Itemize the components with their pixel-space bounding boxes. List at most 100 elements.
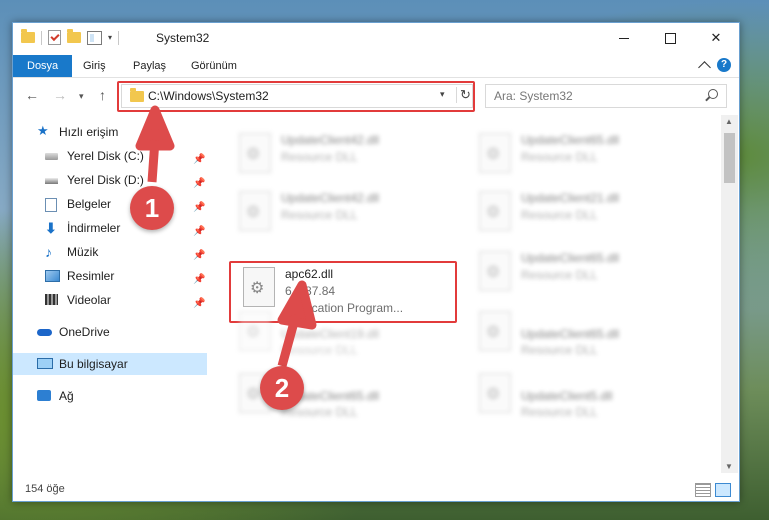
properties-check-icon[interactable]: [48, 30, 61, 45]
file-tile[interactable]: UpdateClient42.dll Resource DLL: [227, 187, 457, 237]
file-tile[interactable]: UpdateClient5.dll Resource DLL: [467, 369, 697, 419]
tiles-view-icon[interactable]: [715, 483, 731, 497]
close-button[interactable]: ✕: [693, 23, 739, 53]
drive-icon: [45, 178, 58, 184]
file-description: Resource DLL: [281, 150, 358, 164]
file-description: Resource DLL: [521, 150, 598, 164]
pin-icon[interactable]: 📌: [193, 245, 205, 267]
search-icon[interactable]: [708, 89, 718, 99]
sidebar-item-local-disk-d[interactable]: Yerel Disk (D:) 📌: [13, 169, 207, 191]
ribbon-controls: ?: [698, 58, 731, 74]
sidebar-item-label: Yerel Disk (C:): [67, 149, 144, 163]
up-button[interactable]: ↑: [99, 87, 106, 103]
dll-file-icon: [239, 191, 271, 231]
file-tile[interactable]: UpdateClient42.dll Resource DLL: [227, 129, 457, 179]
scrollbar-thumb[interactable]: [724, 133, 735, 183]
back-button[interactable]: ←: [25, 87, 39, 103]
search-input[interactable]: Ara: System32: [494, 89, 573, 103]
network-icon: [37, 390, 51, 401]
videos-icon: [45, 294, 58, 305]
search-box[interactable]: Ara: System32: [485, 84, 727, 108]
pin-icon[interactable]: 📌: [193, 269, 205, 291]
dll-file-icon: [479, 373, 511, 413]
file-list: UpdateClient42.dll Resource DLL UpdateCl…: [209, 115, 719, 470]
explorer-window: ▾ System32 ✕ Dosya Giriş Paylaş Görünüm …: [12, 22, 740, 502]
details-view-icon[interactable]: [695, 483, 711, 497]
pin-icon[interactable]: 📌: [193, 149, 205, 171]
sidebar-item-label: OneDrive: [59, 325, 110, 339]
maximize-button[interactable]: [647, 23, 693, 53]
file-description: Resource DLL: [521, 405, 598, 419]
sidebar-item-onedrive[interactable]: OneDrive: [13, 321, 207, 343]
sidebar-item-label: Hızlı erişim: [59, 125, 119, 139]
tab-file[interactable]: Dosya: [13, 55, 73, 77]
view-switcher: [695, 483, 731, 497]
status-bar: 154 öğe: [13, 479, 739, 501]
window-title: System32: [156, 31, 210, 45]
file-name: UpdateClient21.dll: [521, 191, 620, 205]
onedrive-cloud-icon: [37, 329, 52, 336]
sidebar-item-label: Ağ: [59, 389, 74, 403]
scroll-up-icon[interactable]: ▲: [725, 117, 733, 126]
step-marker-2: 2: [260, 366, 304, 410]
file-name: UpdateClient42.dll: [281, 133, 380, 147]
file-name: UpdateClient5.dll: [521, 389, 613, 403]
tab-view[interactable]: Görünüm: [179, 55, 249, 77]
expand-ribbon-icon[interactable]: [698, 60, 711, 74]
file-tile[interactable]: UpdateClient65.dll Resource DLL: [467, 129, 697, 179]
pin-icon[interactable]: 📌: [193, 293, 205, 315]
sidebar-item-label: Bu bilgisayar: [59, 357, 128, 371]
title-bar: ▾ System32 ✕: [13, 23, 739, 53]
properties-icon[interactable]: [87, 30, 102, 45]
file-tile[interactable]: UpdateClient21.dll Resource DLL: [467, 187, 697, 237]
vertical-scrollbar[interactable]: ▲ ▼: [721, 115, 738, 473]
downloads-icon: ⬇: [45, 220, 57, 236]
file-tile[interactable]: UpdateClient65.dll Resource DLL: [467, 247, 697, 297]
toolbar-separator: [41, 30, 42, 45]
quick-access-toolbar: ▾: [21, 29, 120, 45]
recent-locations-button[interactable]: ▾: [79, 91, 84, 102]
sidebar-item-label: Yerel Disk (D:): [67, 173, 144, 187]
pin-icon[interactable]: 📌: [193, 173, 205, 195]
new-folder-icon[interactable]: [67, 29, 81, 43]
sidebar-item-documents[interactable]: Belgeler 📌: [13, 193, 207, 215]
sidebar-item-label: İndirmeler: [67, 221, 121, 235]
dll-file-icon: [479, 251, 511, 291]
computer-icon: [37, 358, 53, 369]
tab-share[interactable]: Paylaş: [121, 55, 178, 77]
file-tile[interactable]: UpdateClient65.dll Resource DLL: [467, 307, 697, 357]
sidebar-item-this-pc[interactable]: Bu bilgisayar: [13, 353, 207, 375]
scroll-down-icon[interactable]: ▼: [725, 462, 733, 471]
customize-toolbar-icon[interactable]: ▾: [108, 33, 112, 42]
dll-file-icon: [479, 311, 511, 351]
sidebar-item-local-disk-c[interactable]: Yerel Disk (C:) 📌: [13, 145, 207, 167]
help-icon[interactable]: ?: [717, 58, 731, 72]
dll-file-icon: [239, 311, 271, 351]
tab-home[interactable]: Giriş: [71, 55, 118, 77]
sidebar-item-videos[interactable]: Videolar 📌: [13, 289, 207, 311]
file-description: Resource DLL: [521, 343, 598, 357]
address-highlight-box: [117, 81, 475, 112]
file-tile[interactable]: UpdateClient19.dll Resource DLL: [227, 307, 457, 357]
sidebar-item-label: Belgeler: [67, 197, 112, 211]
step-marker-1: 1: [130, 186, 174, 230]
file-name: UpdateClient19.dll: [281, 327, 380, 341]
music-icon: ♪: [45, 244, 52, 260]
sidebar-item-quick-access[interactable]: ★ Hızlı erişim: [13, 121, 207, 143]
toolbar-separator: [118, 30, 120, 45]
forward-button[interactable]: →: [53, 87, 67, 103]
file-name: UpdateClient42.dll: [281, 191, 380, 205]
sidebar-item-downloads[interactable]: ⬇ İndirmeler 📌: [13, 217, 207, 239]
sidebar-item-music[interactable]: ♪ Müzik 📌: [13, 241, 207, 263]
sidebar-item-label: Müzik: [67, 245, 99, 259]
minimize-button[interactable]: [601, 23, 647, 53]
folder-icon: [21, 29, 35, 43]
ribbon-tabs: Dosya Giriş Paylaş Görünüm ?: [13, 55, 739, 78]
pin-icon[interactable]: 📌: [193, 197, 205, 219]
file-name: UpdateClient65.dll: [521, 327, 620, 341]
navigation-pane: ★ Hızlı erişim Yerel Disk (C:) 📌 Yerel D…: [13, 115, 207, 470]
sidebar-item-network[interactable]: Ağ: [13, 385, 207, 407]
star-icon: ★: [37, 123, 49, 138]
pin-icon[interactable]: 📌: [193, 221, 205, 243]
sidebar-item-pictures[interactable]: Resimler 📌: [13, 265, 207, 287]
